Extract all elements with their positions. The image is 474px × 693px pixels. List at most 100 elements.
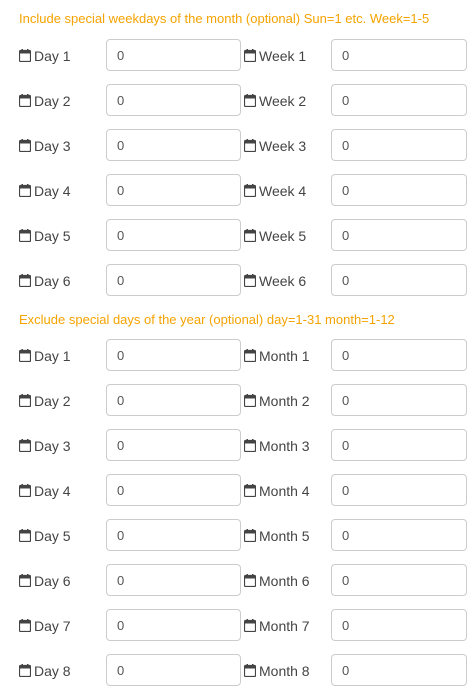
week-label-text: Week 5 bbox=[259, 228, 307, 244]
day-label-text: Day 4 bbox=[34, 183, 71, 199]
month-input[interactable] bbox=[331, 339, 467, 371]
day-input[interactable] bbox=[106, 654, 241, 686]
calendar-icon bbox=[244, 93, 256, 107]
day-label-text: Day 8 bbox=[34, 663, 71, 679]
calendar-icon bbox=[19, 393, 31, 407]
day-label: Day 6 bbox=[19, 264, 71, 298]
month-label: Month 6 bbox=[244, 564, 310, 598]
week-label-text: Week 3 bbox=[259, 138, 307, 154]
day-label: Day 2 bbox=[19, 84, 71, 118]
day-input[interactable] bbox=[106, 39, 241, 71]
day-input[interactable] bbox=[106, 384, 241, 416]
day-label: Day 3 bbox=[19, 429, 71, 463]
day-label: Day 7 bbox=[19, 609, 71, 643]
calendar-icon bbox=[19, 483, 31, 497]
week-input[interactable] bbox=[331, 84, 467, 116]
week-label: Week 5 bbox=[244, 219, 306, 253]
month-label-text: Month 4 bbox=[259, 483, 310, 499]
week-label-text: Week 1 bbox=[259, 48, 307, 64]
week-label-text: Week 6 bbox=[259, 273, 307, 289]
day-input[interactable] bbox=[106, 474, 241, 506]
day-label-text: Day 6 bbox=[34, 273, 71, 289]
month-input[interactable] bbox=[331, 519, 467, 551]
day-input[interactable] bbox=[106, 219, 241, 251]
month-input[interactable] bbox=[331, 474, 467, 506]
month-label: Month 2 bbox=[244, 384, 310, 418]
day-label: Day 3 bbox=[19, 129, 71, 163]
day-label-text: Day 2 bbox=[34, 93, 71, 109]
calendar-icon bbox=[244, 438, 256, 452]
day-label: Day 2 bbox=[19, 384, 71, 418]
day-label-text: Day 3 bbox=[34, 138, 71, 154]
calendar-icon bbox=[244, 663, 256, 677]
calendar-icon bbox=[19, 618, 31, 632]
month-label-text: Month 7 bbox=[259, 618, 310, 634]
calendar-icon bbox=[19, 348, 31, 362]
day-label: Day 4 bbox=[19, 174, 71, 208]
month-input[interactable] bbox=[331, 429, 467, 461]
calendar-icon bbox=[19, 438, 31, 452]
day-label-text: Day 2 bbox=[34, 393, 71, 409]
day-label: Day 1 bbox=[19, 39, 71, 73]
form-row: Day 6 Month 6 bbox=[0, 564, 474, 598]
day-label: Day 8 bbox=[19, 654, 71, 688]
day-input[interactable] bbox=[106, 339, 241, 371]
day-input[interactable] bbox=[106, 564, 241, 596]
calendar-icon bbox=[19, 48, 31, 62]
week-input[interactable] bbox=[331, 174, 467, 206]
day-label: Day 5 bbox=[19, 219, 71, 253]
week-label: Week 3 bbox=[244, 129, 306, 163]
month-label: Month 5 bbox=[244, 519, 310, 553]
form-row: Day 2 Month 2 bbox=[0, 384, 474, 418]
day-label: Day 6 bbox=[19, 564, 71, 598]
day-input[interactable] bbox=[106, 264, 241, 296]
day-label: Day 4 bbox=[19, 474, 71, 508]
day-input[interactable] bbox=[106, 609, 241, 641]
calendar-icon bbox=[19, 93, 31, 107]
day-input[interactable] bbox=[106, 129, 241, 161]
week-input[interactable] bbox=[331, 264, 467, 296]
day-label-text: Day 7 bbox=[34, 618, 71, 634]
calendar-icon bbox=[244, 228, 256, 242]
day-label-text: Day 4 bbox=[34, 483, 71, 499]
week-label-text: Week 2 bbox=[259, 93, 307, 109]
form-row: Day 4 Month 4 bbox=[0, 474, 474, 508]
calendar-icon bbox=[244, 138, 256, 152]
month-label: Month 8 bbox=[244, 654, 310, 688]
day-input[interactable] bbox=[106, 519, 241, 551]
form-row: Day 3 Week 3 bbox=[0, 129, 474, 163]
calendar-icon bbox=[19, 183, 31, 197]
day-input[interactable] bbox=[106, 84, 241, 116]
month-label: Month 7 bbox=[244, 609, 310, 643]
month-input[interactable] bbox=[331, 564, 467, 596]
month-label-text: Month 8 bbox=[259, 663, 310, 679]
week-input[interactable] bbox=[331, 219, 467, 251]
form-row: Day 6 Week 6 bbox=[0, 264, 474, 298]
week-label-text: Week 4 bbox=[259, 183, 307, 199]
calendar-icon bbox=[244, 393, 256, 407]
calendar-icon bbox=[19, 573, 31, 587]
include-section-header: Include special weekdays of the month (o… bbox=[19, 11, 430, 26]
day-input[interactable] bbox=[106, 429, 241, 461]
calendar-icon bbox=[19, 663, 31, 677]
calendar-icon bbox=[244, 483, 256, 497]
calendar-icon bbox=[244, 183, 256, 197]
exclude-section-header: Exclude special days of the year (option… bbox=[19, 312, 395, 327]
week-input[interactable] bbox=[331, 129, 467, 161]
form-row: Day 1 Month 1 bbox=[0, 339, 474, 373]
month-input[interactable] bbox=[331, 609, 467, 641]
month-label-text: Month 5 bbox=[259, 528, 310, 544]
month-input[interactable] bbox=[331, 654, 467, 686]
day-label-text: Day 1 bbox=[34, 48, 71, 64]
month-label: Month 4 bbox=[244, 474, 310, 508]
form-row: Day 5 Week 5 bbox=[0, 219, 474, 253]
month-label-text: Month 1 bbox=[259, 348, 310, 364]
form-row: Day 5 Month 5 bbox=[0, 519, 474, 553]
form-row: Day 8 Month 8 bbox=[0, 654, 474, 688]
week-label: Week 1 bbox=[244, 39, 306, 73]
day-input[interactable] bbox=[106, 174, 241, 206]
month-input[interactable] bbox=[331, 384, 467, 416]
week-input[interactable] bbox=[331, 39, 467, 71]
form-row: Day 2 Week 2 bbox=[0, 84, 474, 118]
calendar-icon bbox=[19, 528, 31, 542]
